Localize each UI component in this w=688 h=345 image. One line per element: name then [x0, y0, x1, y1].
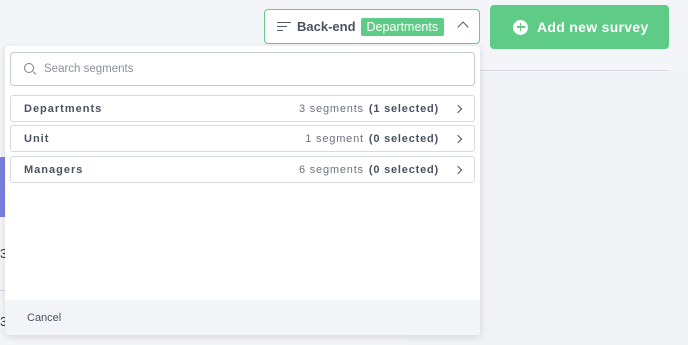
chevron-right-icon	[453, 104, 463, 113]
segment-selected-count: (1 selected)	[368, 102, 439, 115]
search-input[interactable]	[44, 63, 444, 75]
search-box[interactable]	[10, 52, 475, 86]
segment-count: 6 segments	[298, 163, 364, 176]
selected-segment-badge: Departments	[360, 17, 445, 36]
chevron-up-icon[interactable]	[457, 21, 469, 33]
add-new-survey-button[interactable]: Add new survey	[490, 5, 669, 49]
dropdown-footer: Cancel	[5, 300, 480, 335]
filter-lines-icon	[277, 21, 291, 32]
chevron-right-icon	[453, 134, 463, 143]
search-icon	[24, 63, 36, 75]
segment-name: Unit	[24, 132, 50, 145]
segment-row-departments[interactable]: Departments 3 segments (1 selected)	[10, 95, 475, 122]
segment-count: 3 segments	[298, 102, 364, 115]
segment-selector-button[interactable]: Back-end Departments	[264, 9, 480, 44]
segment-selector-label: Back-end	[297, 19, 356, 34]
segment-row-managers[interactable]: Managers 6 segments (0 selected)	[10, 156, 475, 183]
segment-selected-count: (0 selected)	[368, 132, 439, 145]
segments-dropdown: Departments 3 segments (1 selected) Unit…	[5, 46, 480, 335]
plus-circle-icon	[513, 19, 528, 35]
segment-name: Departments	[24, 102, 103, 115]
cancel-button[interactable]: Cancel	[27, 312, 61, 324]
chevron-right-icon	[453, 165, 463, 174]
segment-name: Managers	[24, 163, 84, 176]
segment-count: 1 segment	[305, 132, 364, 145]
segment-row-unit[interactable]: Unit 1 segment (0 selected)	[10, 125, 475, 152]
header-divider	[480, 70, 668, 71]
segment-selected-count: (0 selected)	[368, 163, 439, 176]
add-new-survey-label: Add new survey	[537, 19, 649, 35]
